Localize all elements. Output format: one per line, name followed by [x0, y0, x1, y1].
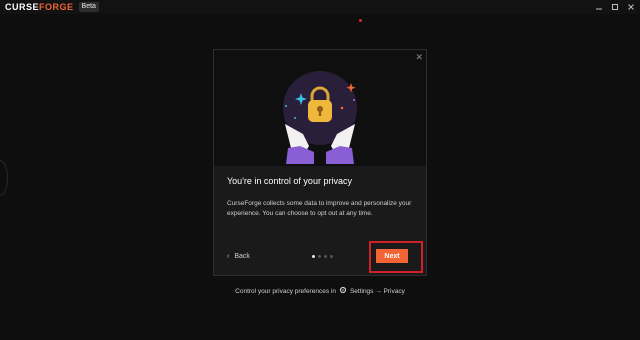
privacy-illustration: [214, 50, 426, 166]
privacy-footer-note: Control your privacy preferences in Sett…: [0, 286, 640, 296]
notification-dot: [359, 19, 362, 22]
beta-badge: Beta: [78, 2, 99, 12]
step-dot: [312, 255, 315, 258]
footer-prefix: Control your privacy preferences in: [235, 287, 336, 295]
step-dot: [318, 255, 321, 258]
maximize-icon[interactable]: [610, 1, 620, 13]
step-dot: [330, 255, 333, 258]
app-logo: CURSEFORGE Beta: [5, 2, 99, 12]
footer-settings-path[interactable]: Settings → Privacy: [350, 288, 405, 295]
side-panel-handle[interactable]: [0, 160, 8, 196]
step-dot: [324, 255, 327, 258]
logo-text: CURSEFORGE: [5, 2, 74, 12]
next-button[interactable]: Next: [376, 249, 408, 263]
modal-close-icon[interactable]: ✕: [415, 52, 423, 63]
window-controls: [594, 1, 636, 13]
back-label: Back: [234, 253, 250, 260]
title-bar: CURSEFORGE Beta: [0, 0, 640, 14]
back-button[interactable]: ‹ Back: [227, 253, 250, 260]
gear-icon: [339, 286, 347, 296]
modal-description: CurseForge collects some data to improve…: [227, 200, 412, 217]
minimize-icon[interactable]: [594, 1, 604, 13]
close-icon[interactable]: [626, 1, 636, 13]
privacy-modal: ✕ You're in control of your privacy Curs…: [213, 49, 427, 276]
chevron-left-icon: ‹: [227, 253, 230, 260]
step-indicator: [312, 255, 333, 258]
modal-title: You're in control of your privacy: [227, 176, 352, 186]
